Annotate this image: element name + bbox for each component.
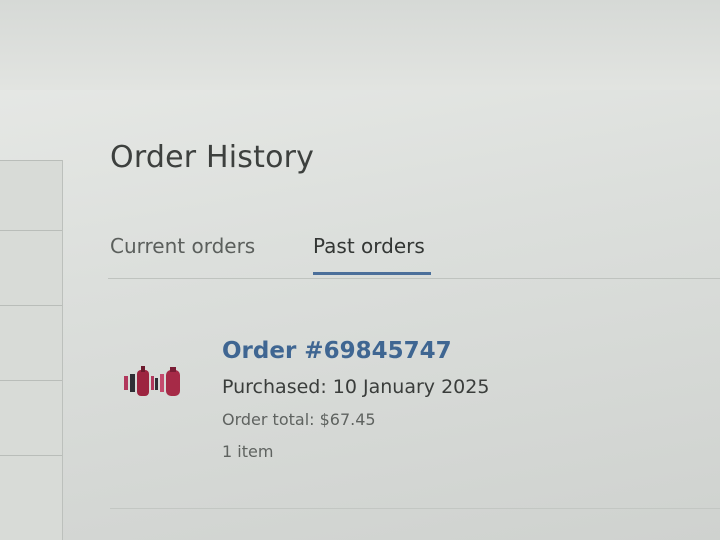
order-card[interactable]: Order #69845747 Purchased: 10 January 20… <box>110 330 690 480</box>
page-title: Order History <box>110 140 315 175</box>
order-total: Order total: $67.45 <box>222 410 376 429</box>
item-count: 1 item <box>222 442 274 461</box>
tab-current-orders[interactable]: Current orders <box>110 234 255 258</box>
order-tabs: Current orders Past orders <box>108 226 720 280</box>
tab-past-orders[interactable]: Past orders <box>313 234 425 258</box>
active-tab-indicator <box>313 272 431 275</box>
purchase-date: Purchased: 10 January 2025 <box>222 376 490 398</box>
main-content: Order History Current orders Past orders… <box>0 0 720 540</box>
product-thumbnail-icon[interactable] <box>118 364 190 400</box>
order-number-link[interactable]: Order #69845747 <box>222 338 452 364</box>
order-divider <box>110 508 720 509</box>
tabs-divider <box>108 278 720 279</box>
